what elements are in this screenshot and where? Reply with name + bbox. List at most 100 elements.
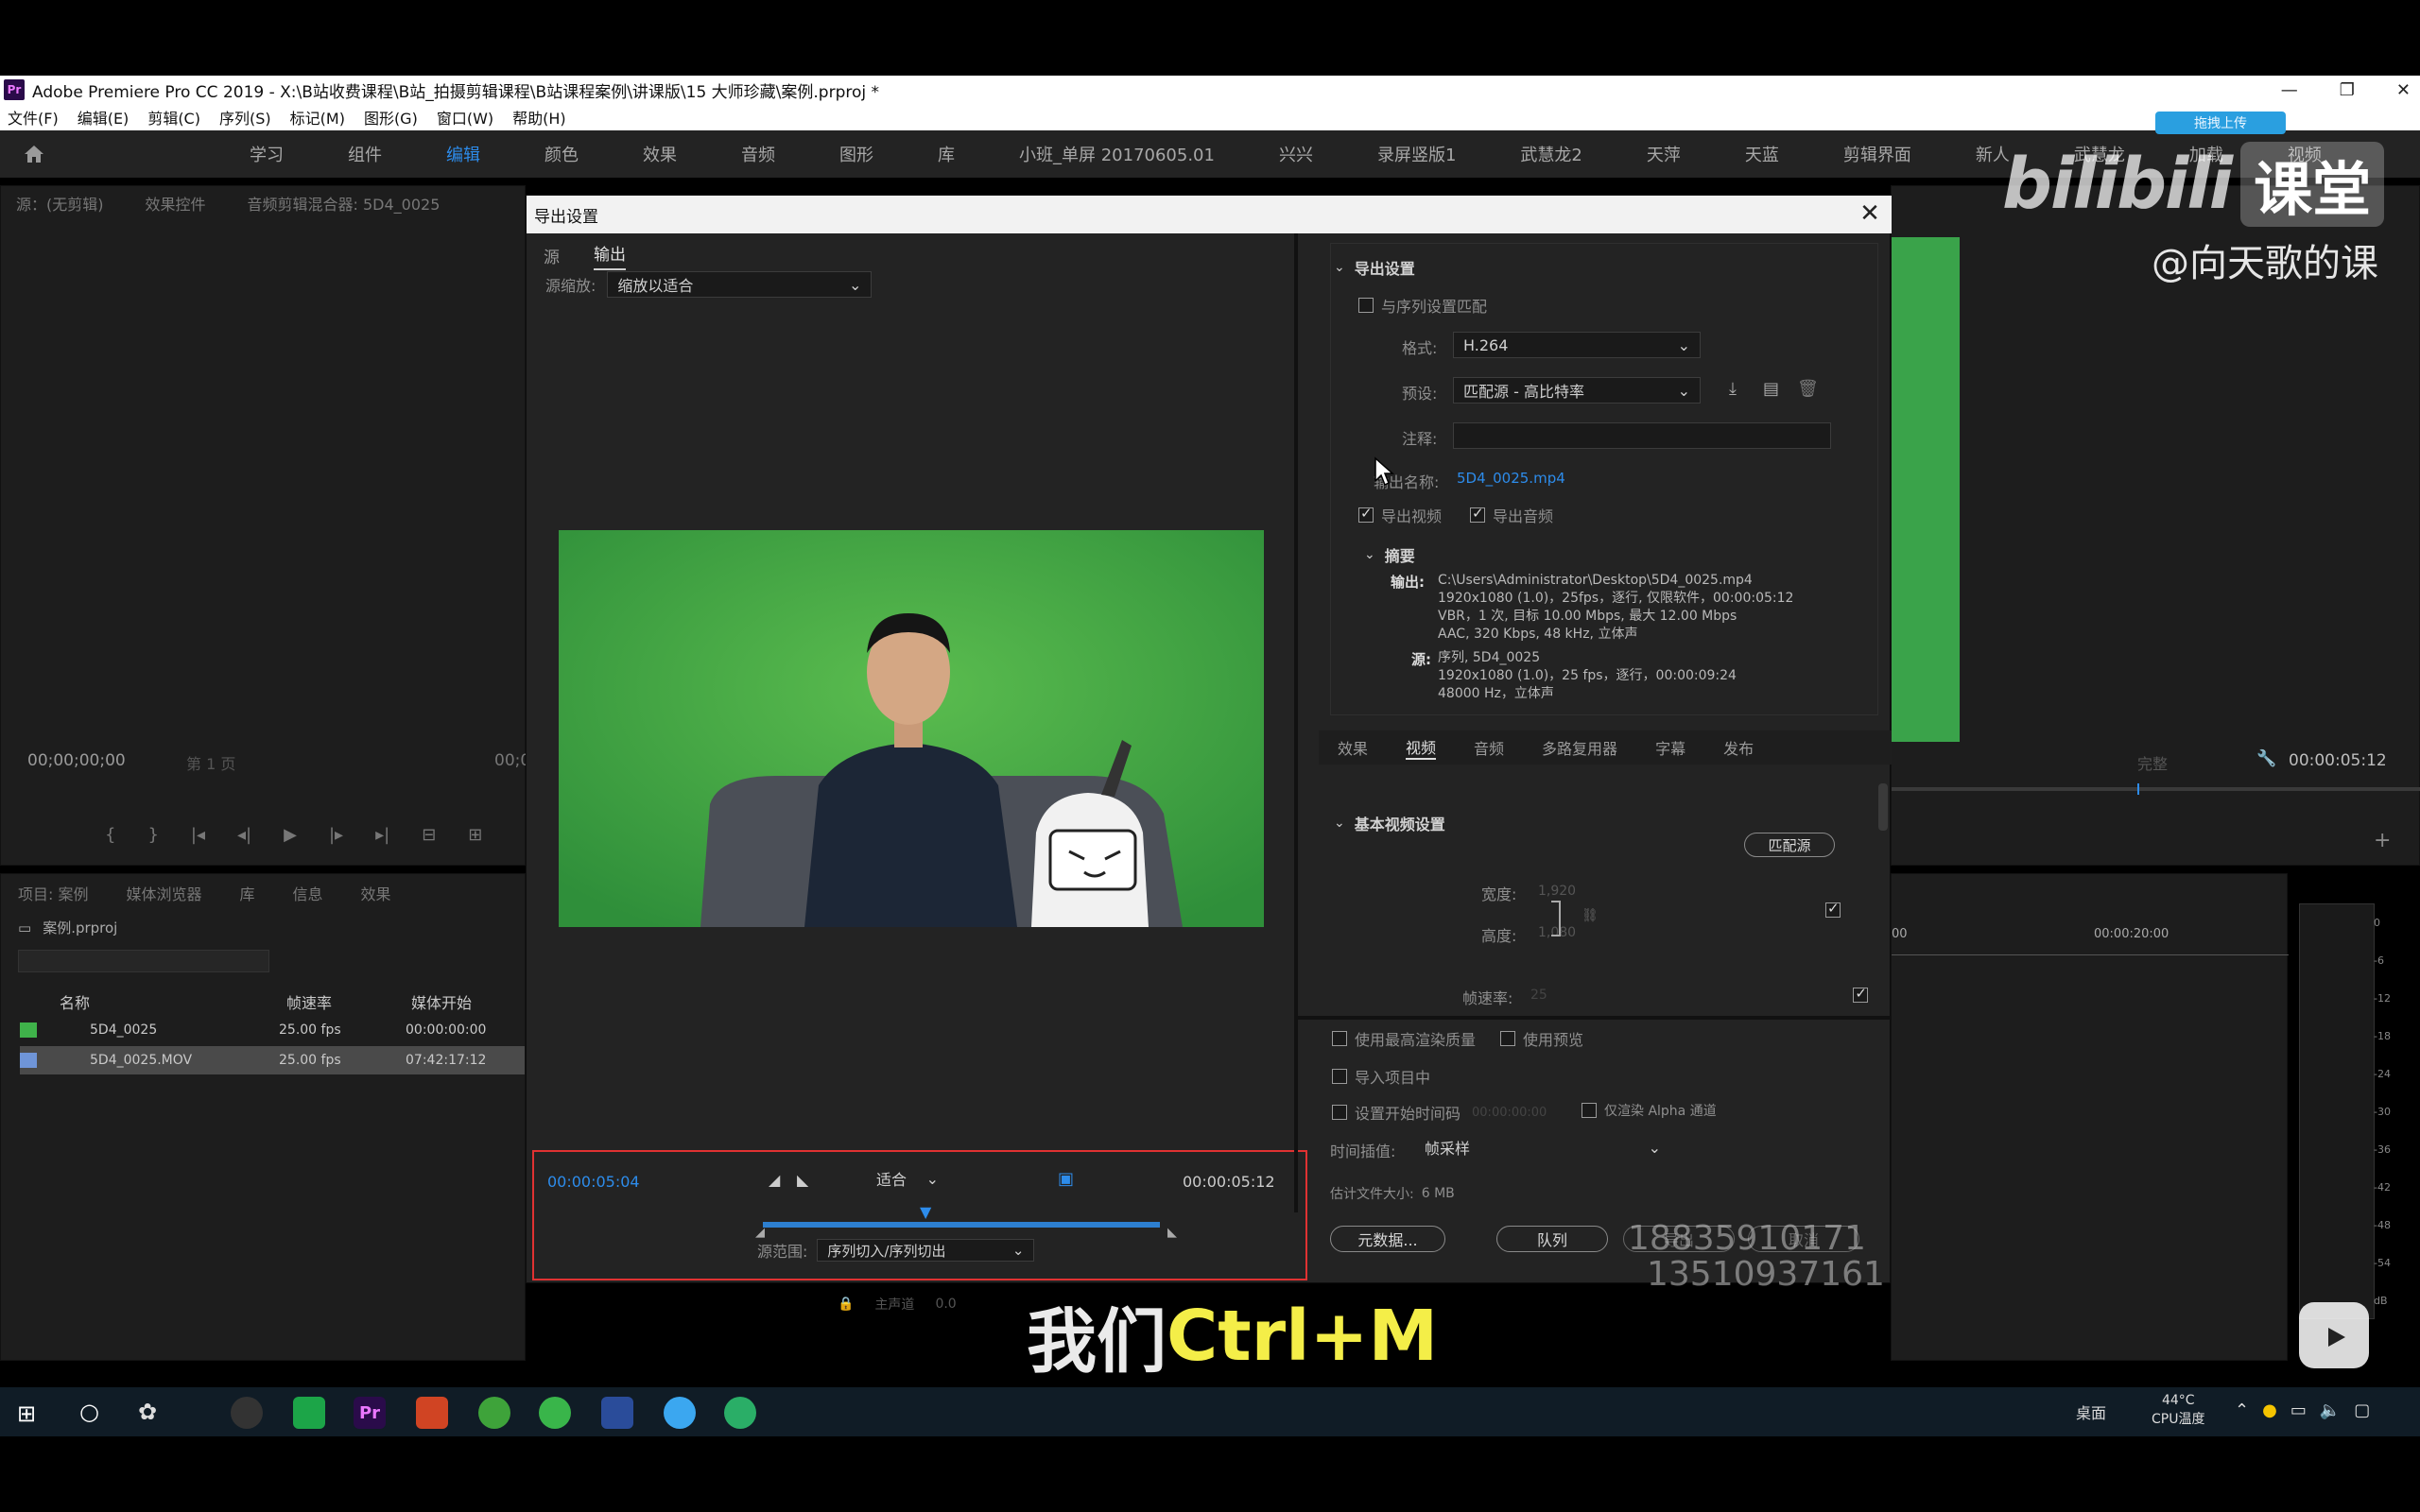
match-source-button[interactable]: 匹配源 xyxy=(1744,833,1835,857)
table-row[interactable]: 5D4_0025.MOV 25.00 fps 07:42:17:12 xyxy=(20,1046,525,1074)
import-preset-icon[interactable]: ▤ xyxy=(1763,379,1779,399)
project-search-input[interactable] xyxy=(18,950,269,972)
home-icon[interactable] xyxy=(23,144,45,164)
play-icon[interactable]: ▶ xyxy=(284,825,297,845)
tab-audio[interactable]: 音频 xyxy=(1474,736,1504,759)
export-audio-checkbox[interactable]: 导出音频 xyxy=(1470,504,1553,526)
tab-source[interactable]: 源 xyxy=(544,244,560,267)
label-color-swatch[interactable] xyxy=(20,1053,37,1068)
match-source-width-checkbox[interactable] xyxy=(1825,900,1841,918)
workspace-tab-custom-3[interactable]: 录屏竖版1 xyxy=(1345,142,1488,166)
checkbox[interactable] xyxy=(1358,505,1374,523)
mark-out-icon[interactable]: } xyxy=(147,825,158,845)
time-ruler[interactable] xyxy=(1892,946,2289,955)
desktop-toolbar[interactable]: 桌面 xyxy=(2076,1400,2106,1423)
step-forward-icon[interactable]: |▸ xyxy=(329,825,343,845)
delete-preset-icon[interactable]: 🗑 xyxy=(1797,379,1819,399)
checkbox[interactable] xyxy=(1470,505,1485,523)
workspace-tab-custom-7[interactable]: 剪辑界面 xyxy=(1811,142,1944,166)
start-timecode-value[interactable]: 00:00:00:00 xyxy=(1472,1106,1547,1120)
task-view-icon[interactable]: ✿ xyxy=(138,1399,157,1425)
workspace-tab-assembly[interactable]: 组件 xyxy=(316,142,414,166)
chain-link-icon[interactable]: ⛓ xyxy=(1582,908,1599,923)
go-to-in-icon[interactable]: |◂ xyxy=(191,825,205,845)
effect-controls-tab[interactable]: 效果控件 xyxy=(146,192,206,215)
col-media-start[interactable]: 媒体开始 xyxy=(411,990,472,1013)
libraries-tab[interactable]: 库 xyxy=(240,882,255,904)
go-to-out-icon[interactable]: ▸| xyxy=(375,825,389,845)
restore-icon[interactable]: ❐ xyxy=(2340,80,2355,100)
frame-rate-value[interactable]: 25 xyxy=(1530,988,1547,1003)
summary-header[interactable]: ⌄ 摘要 xyxy=(1364,543,1415,566)
add-button[interactable]: + xyxy=(2374,829,2391,852)
page-indicator[interactable]: 第 1 页 xyxy=(186,751,235,774)
app-m-icon[interactable] xyxy=(601,1397,633,1429)
aspect-ratio-icon[interactable]: ▣ xyxy=(1058,1169,1074,1189)
obs-icon[interactable] xyxy=(231,1397,263,1429)
tab-video[interactable]: 视频 xyxy=(1406,735,1437,760)
network-icon[interactable]: ▭ xyxy=(2290,1400,2307,1420)
settings-scrollbar[interactable] xyxy=(1878,783,1888,831)
effects-tab[interactable]: 效果 xyxy=(361,882,391,904)
tab-publish[interactable]: 发布 xyxy=(1723,736,1754,759)
tab-effects[interactable]: 效果 xyxy=(1338,736,1368,759)
minimize-icon[interactable]: — xyxy=(2281,80,2298,100)
checkbox[interactable] xyxy=(1332,1069,1347,1084)
windows-start-icon[interactable]: ⊞ xyxy=(17,1400,36,1427)
insert-icon[interactable]: ⊟ xyxy=(422,825,436,845)
workspace-tab-learn[interactable]: 学习 xyxy=(217,142,316,166)
info-tab[interactable]: 信息 xyxy=(293,882,323,904)
step-back-icon[interactable]: ◂| xyxy=(237,825,251,845)
queue-button[interactable]: 队列 xyxy=(1496,1226,1608,1252)
project-tab[interactable]: 项目: 案例 xyxy=(18,882,88,904)
checkbox[interactable] xyxy=(1332,1105,1347,1120)
comments-input[interactable] xyxy=(1453,422,1831,449)
output-name-link[interactable]: 5D4_0025.mp4 xyxy=(1457,470,1565,487)
set-in-point-icon[interactable]: ◢ xyxy=(769,1171,780,1189)
workspace-tab-custom-2[interactable]: 兴兴 xyxy=(1247,142,1345,166)
export-settings-header[interactable]: ⌄ 导出设置 xyxy=(1334,256,1415,279)
mark-in-icon[interactable]: { xyxy=(105,825,115,845)
format-dropdown[interactable]: H.264 ⌄ xyxy=(1453,332,1701,358)
checkbox[interactable] xyxy=(1582,1103,1597,1118)
powerpoint-icon[interactable] xyxy=(416,1397,448,1429)
workspace-tab-editing[interactable]: 编辑 xyxy=(414,142,512,166)
basic-video-header[interactable]: ⌄ 基本视频设置 xyxy=(1334,812,1445,834)
chevron-up-icon[interactable]: ⌃ xyxy=(2235,1400,2249,1420)
dialog-close-icon[interactable]: ✕ xyxy=(1856,199,1884,228)
work-area-bar[interactable] xyxy=(763,1222,1160,1228)
bilibili-tv-icon[interactable] xyxy=(2299,1302,2369,1368)
premiere-taskbar-icon[interactable]: Pr xyxy=(354,1397,386,1429)
menu-marker[interactable]: 标记(M) xyxy=(290,106,345,129)
workspace-tab-custom-1[interactable]: 小班_单屏 20170605.01 xyxy=(987,142,1247,166)
audio-clip-mixer-tab[interactable]: 音频剪辑混合器: 5D4_0025 xyxy=(248,192,441,215)
source-scaling-dropdown[interactable]: 缩放以适合 ⌄ xyxy=(607,271,873,298)
set-out-point-icon[interactable]: ◣ xyxy=(797,1171,808,1189)
clover-icon[interactable] xyxy=(478,1397,510,1429)
baidu-netdisk-icon[interactable] xyxy=(664,1397,696,1429)
workspace-tab-color[interactable]: 颜色 xyxy=(512,142,611,166)
wechat-icon[interactable] xyxy=(724,1397,756,1429)
menu-graphics[interactable]: 图形(G) xyxy=(364,106,418,129)
import-into-project-checkbox[interactable]: 导入项目中 xyxy=(1332,1065,1430,1088)
source-tab[interactable]: 源：(无剪辑) xyxy=(16,192,104,215)
notification-icon[interactable]: ▢ xyxy=(2354,1400,2370,1420)
time-interpolation-dropdown[interactable]: 帧采样 ⌄ xyxy=(1415,1135,1670,1160)
tab-output[interactable]: 输出 xyxy=(594,241,626,270)
workspace-tab-custom-4[interactable]: 武慧龙2 xyxy=(1488,142,1614,166)
out-handle-icon[interactable]: ◣ xyxy=(1167,1226,1177,1240)
tab-captions[interactable]: 字幕 xyxy=(1655,736,1685,759)
checkbox[interactable] xyxy=(1358,298,1374,313)
preview-fit-dropdown[interactable]: 适合 ⌄ xyxy=(867,1167,948,1190)
tab-multiplexer[interactable]: 多路复用器 xyxy=(1542,736,1617,759)
checkbox[interactable] xyxy=(1500,1031,1515,1046)
use-previews-checkbox[interactable]: 使用预览 xyxy=(1500,1027,1583,1050)
export-video-checkbox[interactable]: 导出视频 xyxy=(1358,504,1442,526)
menu-edit[interactable]: 编辑(E) xyxy=(78,106,130,129)
source-range-dropdown[interactable]: 序列切入/序列切出 ⌄ xyxy=(817,1239,1035,1262)
width-value[interactable]: 1,920 xyxy=(1538,884,1576,899)
workspace-tab-custom-6[interactable]: 天蓝 xyxy=(1713,142,1811,166)
in-handle-icon[interactable]: ◢ xyxy=(755,1226,765,1240)
workspace-tab-libraries[interactable]: 库 xyxy=(906,142,987,166)
save-preset-icon[interactable]: ⤓ xyxy=(1729,379,1737,399)
